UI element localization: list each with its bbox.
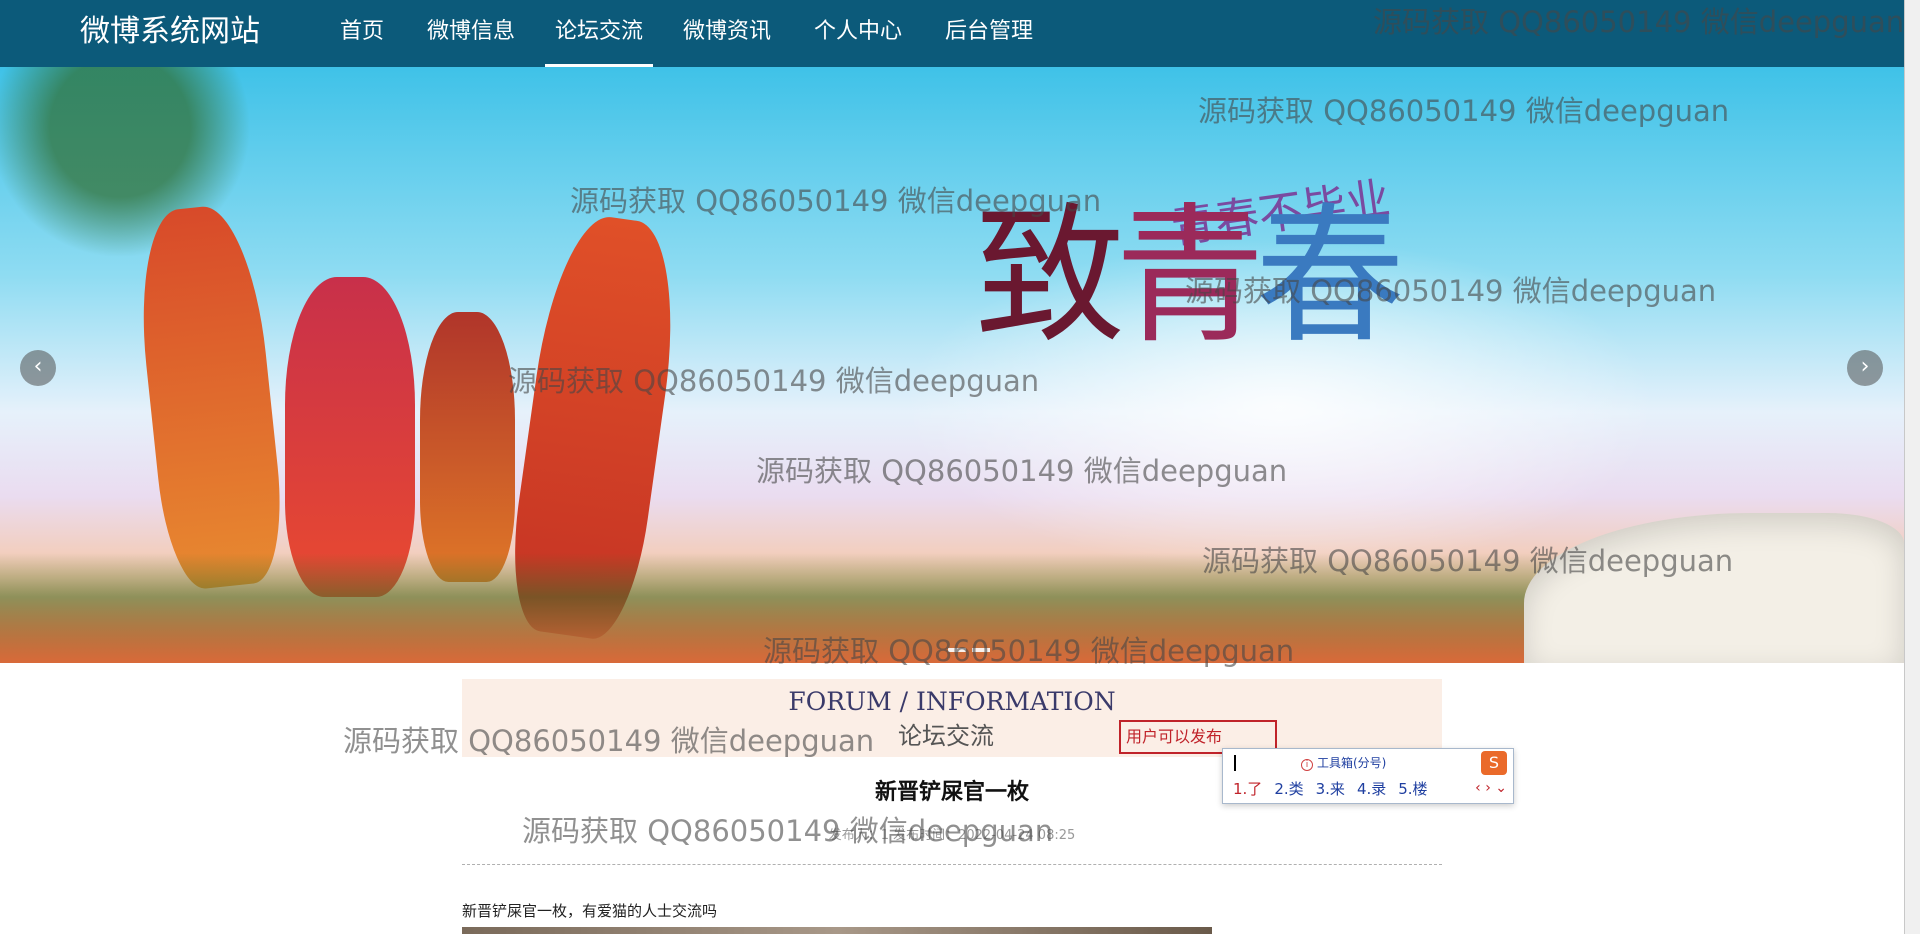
chevron-left-icon: ‹	[33, 354, 43, 379]
carousel-indicators	[945, 637, 993, 656]
ime-toolbox-label: 工具箱(分号)	[1317, 756, 1387, 770]
hero-banner-carousel: 青春不毕业 致青春 ‹ ›	[0, 67, 1904, 663]
post-image	[462, 927, 1212, 934]
site-brand[interactable]: 微博系统网站	[80, 13, 260, 51]
carousel-prev-button[interactable]: ‹	[20, 350, 56, 386]
post-body: 新晋铲屎官一枚，有爱猫的人士交流吗	[462, 902, 718, 920]
forum-section-header: FORUM / INFORMATION 论坛交流	[462, 679, 1442, 757]
banner-book	[1524, 513, 1904, 663]
post-divider	[462, 864, 1442, 865]
nav-item-personal-center[interactable]: 个人中心	[814, 0, 902, 67]
section-heading-en: FORUM / INFORMATION	[788, 687, 1116, 716]
carousel-dot[interactable]	[972, 648, 990, 652]
banner-title-char: 致	[975, 190, 1125, 364]
ime-toolbox[interactable]: i 工具箱(分号)	[1301, 755, 1386, 771]
silhouette-figure	[420, 312, 515, 582]
nav-item-home[interactable]: 首页	[340, 0, 384, 67]
nav-item-admin[interactable]: 后台管理	[945, 0, 1033, 67]
post-title: 新晋铲屎官一枚	[874, 780, 1029, 805]
carousel-next-button[interactable]: ›	[1847, 350, 1883, 386]
info-icon: i	[1301, 759, 1313, 771]
nav-item-weibo-news[interactable]: 微博资讯	[683, 0, 771, 67]
page: 微博系统网站 首页 微博信息 论坛交流 微博资讯 个人中心 后台管理 青春不毕业…	[0, 0, 1920, 934]
carousel-dot[interactable]	[948, 648, 966, 652]
section-heading-cn: 论坛交流	[898, 722, 994, 750]
banner-title: 致青春	[975, 197, 1405, 357]
chevron-right-icon: ›	[1860, 354, 1870, 379]
nav-item-forum[interactable]: 论坛交流	[544, 0, 654, 67]
window-scrollbar[interactable]	[1904, 0, 1920, 934]
banner-title-char: 青	[1115, 190, 1265, 364]
nav-item-weibo-info[interactable]: 微博信息	[427, 0, 515, 67]
top-navbar: 微博系统网站 首页 微博信息 论坛交流 微博资讯 个人中心 后台管理	[0, 0, 1904, 67]
post-meta: 发布人：1 发布时间：2022-04-24 08:25	[828, 828, 1076, 843]
silhouette-figure	[285, 277, 415, 597]
ime-logo-icon: S	[1481, 751, 1507, 775]
ime-input-caret	[1234, 755, 1236, 771]
banner-title-char: 春	[1255, 190, 1405, 364]
ime-page-arrows[interactable]: ‹ › ⌄	[1475, 780, 1507, 796]
